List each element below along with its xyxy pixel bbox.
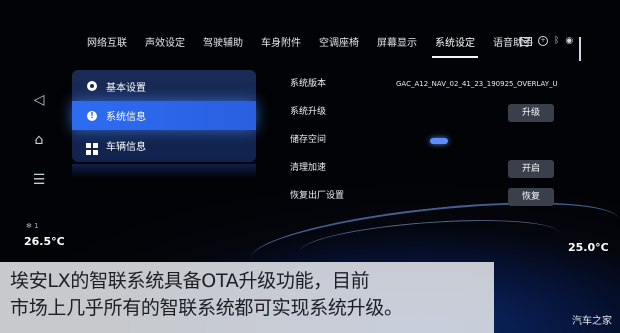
tab-driving-assist[interactable]: 驾驶辅助 — [194, 32, 252, 56]
system-version-value: GAC_A12_NAV_02_41_23_190925_OVERLAY_U — [396, 80, 558, 88]
tab-body-accessories[interactable]: 车身附件 — [252, 32, 310, 56]
menu-item-label: 基本设置 — [106, 83, 146, 94]
left-temperature[interactable]: 26.5°C — [24, 235, 65, 248]
caption-overlay: 埃安LX的智联系统具备OTA升级功能，目前 市场上几乎所有的智联系统都可实现系统… — [0, 262, 494, 333]
settings-menu: 基本设置 ! 系统信息 车辆信息 — [72, 70, 256, 162]
menu-item-vehicle-info[interactable]: 车辆信息 — [72, 131, 256, 160]
upgrade-button[interactable]: 升级 — [508, 104, 554, 122]
mail-icon[interactable] — [520, 36, 532, 46]
menu-item-system-info[interactable]: ! 系统信息 — [72, 101, 256, 130]
storage-label: 储存空间 — [290, 135, 327, 145]
tab-network[interactable]: 网络互联 — [78, 32, 136, 56]
storage-indicator — [430, 138, 448, 144]
menu-item-basic-settings[interactable]: 基本设置 — [72, 72, 256, 101]
menu-item-label: 系统信息 — [106, 112, 146, 123]
location-icon: ◉ — [565, 36, 574, 46]
caption-line-2: 市场上几乎所有的智联系统都可实现系统升级。 — [10, 297, 403, 319]
watermark-logo: 汽车之家 — [572, 316, 612, 327]
right-temperature[interactable]: 25.0°C — [568, 241, 609, 254]
tab-climate-seats[interactable]: 空调座椅 — [310, 32, 368, 56]
caption-line-1: 埃安LX的智联系统具备OTA升级功能，目前 — [10, 270, 370, 292]
grid-icon — [86, 140, 98, 155]
factory-reset-button[interactable]: 恢复 — [508, 188, 554, 206]
cleanup-label: 清理加速 — [290, 163, 327, 173]
back-icon[interactable]: ◁ — [24, 92, 54, 108]
tab-display[interactable]: 屏幕显示 — [368, 32, 426, 56]
info-icon: ! — [86, 110, 98, 122]
tab-sound[interactable]: 声效设定 — [136, 32, 194, 56]
signal-icon — [579, 36, 582, 61]
system-version-label: 系统版本 — [290, 79, 327, 89]
factory-reset-label: 恢复出厂设置 — [290, 191, 345, 201]
tab-system-settings[interactable]: 系统设定 — [426, 32, 484, 58]
gear-icon — [86, 80, 98, 93]
car-infotainment-screen: 网络互联 声效设定 驾驶辅助 车身附件 空调座椅 屏幕显示 系统设定 语音助手 … — [0, 0, 620, 333]
status-bar: + ᛒ ◉ — [520, 36, 582, 61]
home-icon[interactable]: ⌂ — [24, 132, 54, 148]
menu-icon[interactable]: ☰ — [24, 172, 54, 188]
cleanup-button[interactable]: 开启 — [508, 160, 554, 178]
menu-item-label: 车辆信息 — [106, 142, 146, 153]
fan-icon: ✻ 1 — [26, 222, 39, 230]
menu-glow-decoration — [72, 164, 256, 178]
bluetooth-icon: ᛒ — [554, 36, 560, 46]
top-tab-bar: 网络互联 声效设定 驾驶辅助 车身附件 空调座椅 屏幕显示 系统设定 语音助手 — [78, 32, 542, 58]
system-upgrade-label: 系统升级 — [290, 107, 327, 117]
left-fan-level: 1 — [34, 222, 39, 230]
circle-icon: + — [538, 36, 548, 46]
